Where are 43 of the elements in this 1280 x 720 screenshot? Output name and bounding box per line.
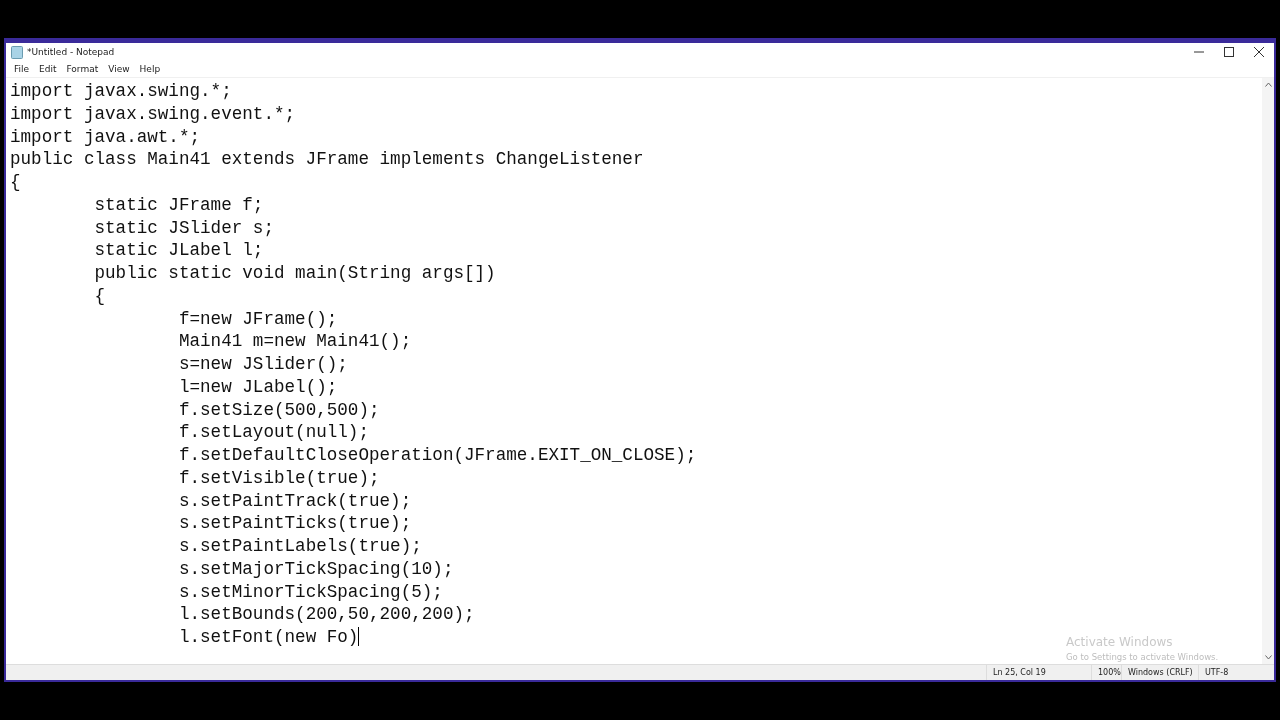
code-line: s.setPaintTicks(true);	[177, 512, 412, 535]
code-line: f=new JFrame();	[177, 307, 338, 331]
code-line: f.setDefaultCloseOperation(JFrame.EXIT_ON_CLOSE);	[177, 444, 697, 467]
code-line: import java.awt.*;	[10, 125, 201, 149]
code-line: l.setFont(new Fo)	[177, 626, 360, 649]
menu-item[interactable]: View	[103, 64, 135, 74]
code-line: f.setSize(500,500);	[177, 398, 380, 422]
scroll-up-icon[interactable]	[1264, 82, 1272, 87]
menu-item[interactable]: Format	[61, 64, 104, 74]
code-line: static JSlider s;	[93, 216, 274, 240]
vertical-scrollbar[interactable]	[1262, 78, 1274, 664]
code-line: public static void main(String args[])	[93, 262, 496, 285]
code-line: static JFrame f;	[93, 193, 264, 217]
window-title: *Untitled - Notepad	[27, 47, 115, 57]
code-line: s.setPaintLabels(true);	[177, 535, 422, 558]
code-line: {	[93, 284, 106, 308]
code-line: Main41 m=new Main41();	[177, 330, 412, 353]
code-line: {	[10, 171, 21, 194]
text-cursor	[358, 627, 360, 646]
code-line: l=new JLabel();	[177, 375, 338, 399]
cursor-position: Ln 25, Col 19	[986, 665, 1091, 680]
code-line: import javax.swing.*;	[10, 80, 232, 103]
menu-item[interactable]: File	[9, 64, 35, 74]
code-line: s=new JSlider();	[177, 353, 348, 376]
maximize-icon	[1224, 47, 1234, 57]
menu-item[interactable]: Edit	[34, 64, 62, 74]
code-line: import javax.swing.event.*;	[10, 102, 296, 126]
code-line: f.setVisible(true);	[177, 466, 380, 490]
line-ending: Windows (CRLF)	[1121, 665, 1198, 680]
zoom-level: 100%	[1091, 665, 1121, 680]
code-line: f.setLayout(null);	[177, 421, 369, 444]
code-line: s.setMinorTickSpacing(5);	[177, 580, 443, 604]
close-icon	[1254, 47, 1264, 57]
notepad-icon	[11, 45, 23, 59]
code-line: s.setPaintTrack(true);	[177, 489, 412, 513]
code-line: static JLabel l;	[93, 239, 264, 262]
code-line: s.setMajorTickSpacing(10);	[177, 557, 454, 581]
scroll-down-icon[interactable]	[1264, 655, 1272, 660]
code-line: public class Main41 extends JFrame implements ChangeListener	[10, 148, 644, 171]
encoding: UTF-8	[1198, 665, 1258, 680]
activation-message: Go to Settings to activate Windows.	[1066, 652, 1219, 662]
code-line: l.setBounds(200,50,200,200);	[177, 603, 475, 626]
menu-item[interactable]: Help	[134, 64, 166, 74]
